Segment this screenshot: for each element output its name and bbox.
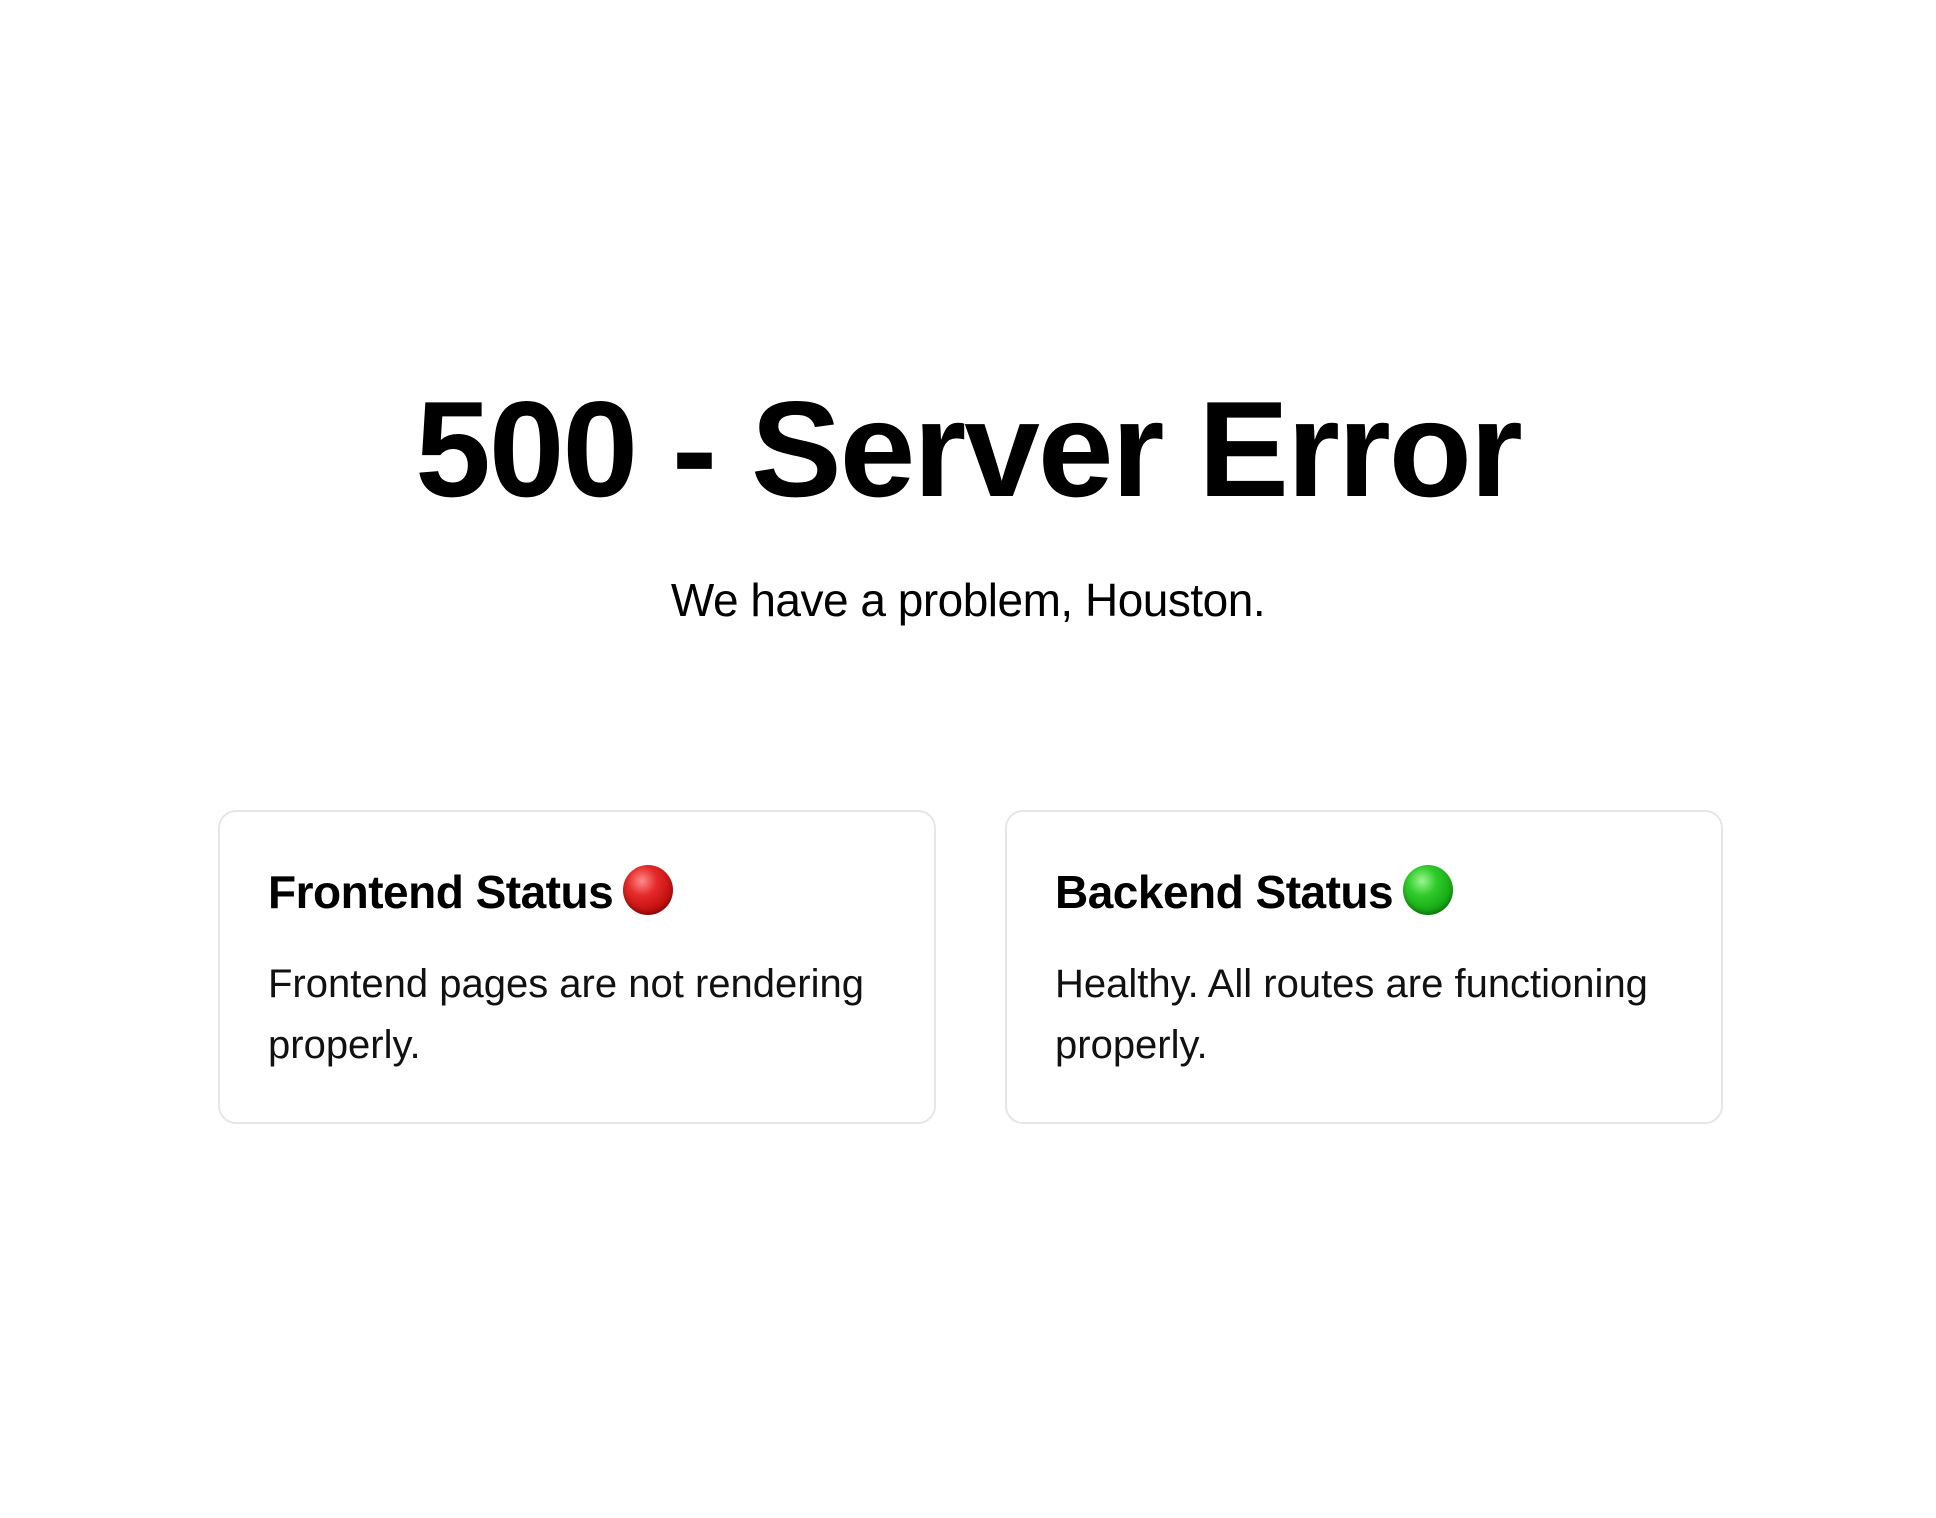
page-subtitle: We have a problem, Houston. bbox=[670, 574, 1266, 626]
backend-status-heading: Backend Status bbox=[1055, 862, 1454, 922]
red-circle-icon bbox=[623, 865, 674, 915]
frontend-status-card: Frontend Status Frontend pages are not r… bbox=[218, 810, 936, 1124]
backend-status-card: Backend Status Healthy. All routes are f… bbox=[1005, 810, 1723, 1124]
frontend-status-title: Frontend Status bbox=[268, 866, 614, 918]
frontend-status-message: Frontend pages are not rendering properl… bbox=[268, 962, 864, 1067]
backend-status-message: Healthy. All routes are functioning prop… bbox=[1055, 962, 1648, 1067]
backend-status-title: Backend Status bbox=[1055, 866, 1394, 918]
page-title: 500 - Server Error bbox=[415, 373, 1523, 525]
green-circle-icon bbox=[1403, 865, 1454, 915]
frontend-status-heading: Frontend Status bbox=[268, 862, 674, 922]
